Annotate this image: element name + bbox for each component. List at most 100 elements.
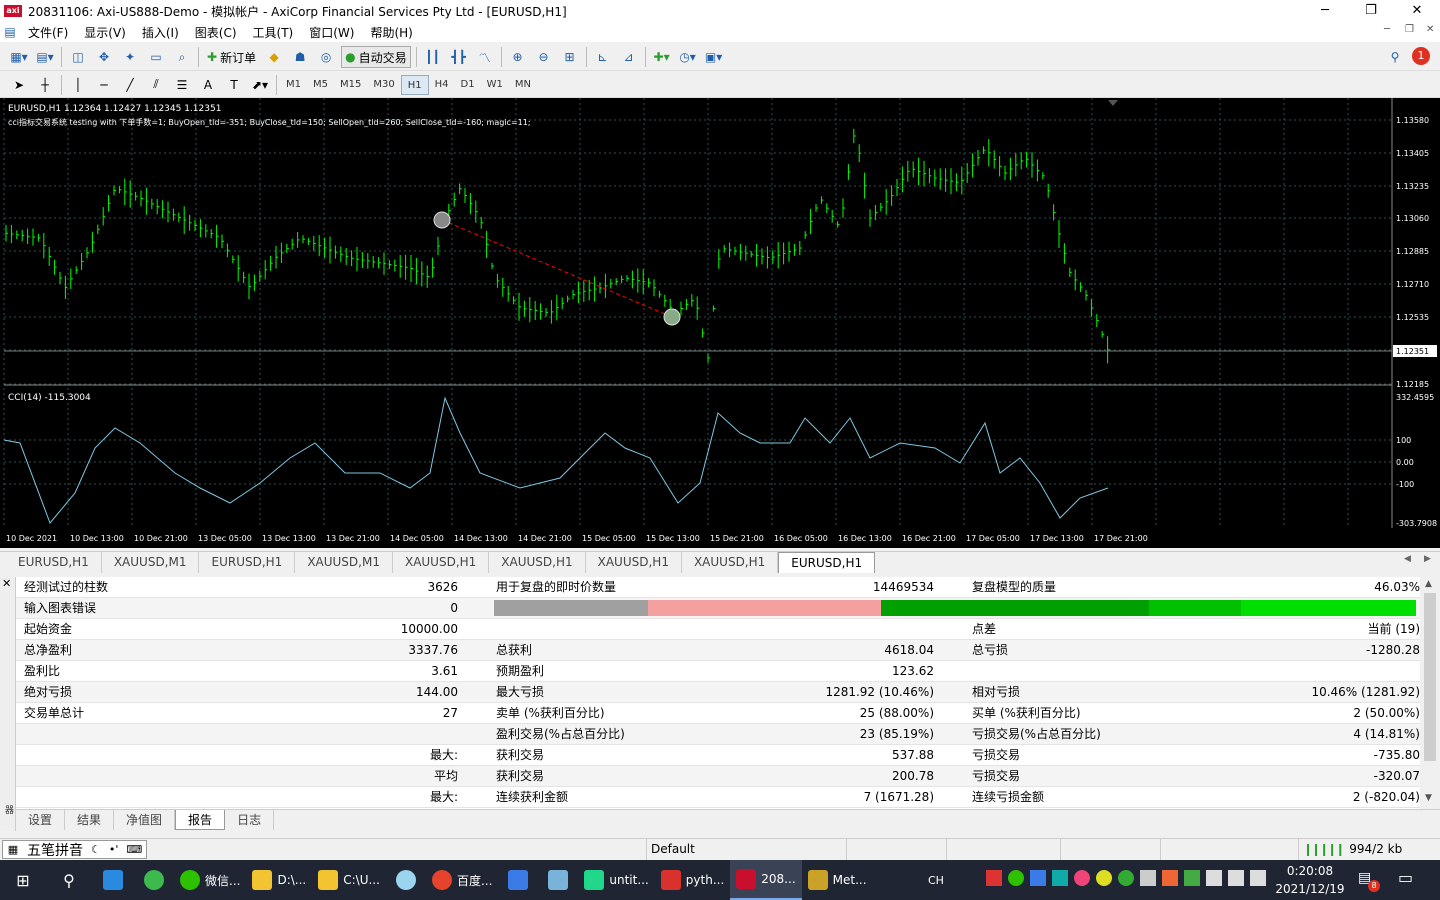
- fibonacci-icon[interactable]: ☰: [171, 74, 193, 96]
- taskbar-metaeditor[interactable]: Met...: [802, 860, 873, 900]
- maximize-button[interactable]: ❐: [1348, 0, 1394, 22]
- chart-tab-7[interactable]: XAUUSD,H1: [586, 552, 682, 573]
- speaker-tray-icon[interactable]: [1162, 870, 1178, 886]
- price-chart[interactable]: EURUSD,H1 1.12364 1.12427 1.12345 1.1235…: [0, 98, 1440, 548]
- input-lang[interactable]: CH: [922, 860, 950, 900]
- tf-h4[interactable]: H4: [429, 75, 455, 95]
- tf-d1[interactable]: D1: [455, 75, 481, 95]
- vertical-line-icon[interactable]: │: [67, 74, 89, 96]
- tab-journal[interactable]: 日志: [225, 810, 275, 830]
- menu-help[interactable]: 帮助(H): [362, 24, 420, 41]
- keyboard-icon[interactable]: ⌨: [122, 843, 146, 856]
- chart-tab-1[interactable]: EURUSD,H1: [6, 552, 102, 573]
- terminal-icon[interactable]: ▭: [145, 46, 167, 68]
- child-close-icon[interactable]: ✕: [1426, 24, 1434, 35]
- battery-tray-icon[interactable]: [1140, 870, 1156, 886]
- shapes-icon[interactable]: ⬈▾: [249, 74, 271, 96]
- zoom-out-icon[interactable]: ⊖: [533, 46, 555, 68]
- notes-app-icon[interactable]: [538, 860, 578, 900]
- notes-tray-icon[interactable]: ▤ 8: [1358, 870, 1380, 892]
- chart-tab-3[interactable]: EURUSD,H1: [199, 552, 296, 573]
- tf-m1[interactable]: M1: [280, 75, 307, 95]
- chart-tab-9[interactable]: EURUSD,H1: [778, 552, 876, 573]
- menu-insert[interactable]: 插入(I): [134, 24, 187, 41]
- nvidia-tray-icon[interactable]: [1184, 870, 1200, 886]
- chart-tab-6[interactable]: XAUUSD,H1: [489, 552, 586, 573]
- new-chart-icon[interactable]: ▦▾: [8, 46, 30, 68]
- minimize-button[interactable]: ─: [1302, 0, 1348, 22]
- new-order-button[interactable]: ✚ 新订单: [204, 46, 259, 68]
- taskbar-axi[interactable]: 208...: [730, 860, 802, 900]
- tf-m30[interactable]: M30: [367, 75, 400, 95]
- child-restore-icon[interactable]: ❐: [1405, 24, 1414, 35]
- zoom-in-icon[interactable]: ⊕: [507, 46, 529, 68]
- metaeditor-icon[interactable]: ◆: [263, 46, 285, 68]
- horizontal-line-icon[interactable]: ─: [93, 74, 115, 96]
- templates-icon[interactable]: ▣▾: [703, 46, 725, 68]
- windows-start-icon[interactable]: ⊞: [0, 860, 46, 900]
- flower-app-icon[interactable]: [386, 860, 426, 900]
- feishu-tray-icon[interactable]: [1030, 870, 1046, 886]
- menu-chart[interactable]: 图表(C): [187, 24, 245, 41]
- channel-icon[interactable]: ⫽: [145, 74, 167, 96]
- chart-tab-5[interactable]: XAUUSD,H1: [393, 552, 490, 573]
- tf-m5[interactable]: M5: [307, 75, 334, 95]
- menu-file[interactable]: 文件(F): [20, 24, 76, 41]
- tab-equity[interactable]: 净值图: [114, 810, 176, 830]
- auto-trade-button[interactable]: ● 自动交易: [341, 46, 411, 68]
- mic-tray-icon[interactable]: [1206, 870, 1222, 886]
- taskbar-wps[interactable]: pyth...: [655, 860, 730, 900]
- chart-tab-4[interactable]: XAUUSD,M1: [295, 552, 393, 573]
- close-button[interactable]: ✕: [1394, 0, 1440, 22]
- child-minimize-icon[interactable]: ─: [1384, 24, 1390, 35]
- autoscroll-icon[interactable]: ⊾: [592, 46, 614, 68]
- moon-icon[interactable]: ☾: [87, 843, 105, 856]
- tab-results[interactable]: 结果: [65, 810, 115, 830]
- profiles-icon[interactable]: ▤▾: [34, 46, 56, 68]
- bar-chart-icon[interactable]: ┃┃: [422, 46, 444, 68]
- tester-icon[interactable]: ⌕: [171, 46, 193, 68]
- taskbar-wechat[interactable]: 微信...: [174, 860, 246, 900]
- plus-tray-icon[interactable]: [1096, 870, 1112, 886]
- trendline-icon[interactable]: ╱: [119, 74, 141, 96]
- taskbar-pycharm[interactable]: untit...: [578, 860, 654, 900]
- search-taskbar-icon[interactable]: ⚲: [46, 860, 92, 900]
- taskbar-baidu[interactable]: 百度...: [426, 860, 498, 900]
- market-watch-icon[interactable]: ◫: [67, 46, 89, 68]
- network-tray-icon[interactable]: [1228, 870, 1244, 886]
- tester-close-icon[interactable]: ✕: [2, 577, 11, 590]
- tab-scroll-right-icon[interactable]: ▶: [1424, 554, 1431, 564]
- chart-shift-icon[interactable]: ⊿: [618, 46, 640, 68]
- tf-m15[interactable]: M15: [334, 75, 367, 95]
- crosshair-icon[interactable]: ┼: [34, 74, 56, 96]
- tab-scroll-left-icon[interactable]: ◀: [1404, 554, 1411, 564]
- menu-view[interactable]: 显示(V): [76, 24, 134, 41]
- clock[interactable]: 0:20:08 2021/12/19: [1270, 862, 1350, 898]
- tf-w1[interactable]: W1: [481, 75, 509, 95]
- flower-tray-icon[interactable]: [1074, 870, 1090, 886]
- periods-icon[interactable]: ◷▾: [677, 46, 699, 68]
- scroll-up-icon[interactable]: ▲: [1425, 579, 1432, 589]
- navigator-icon[interactable]: ✦: [119, 46, 141, 68]
- signals-icon[interactable]: ☗: [289, 46, 311, 68]
- tf-h1[interactable]: H1: [400, 74, 429, 95]
- menu-tools[interactable]: 工具(T): [245, 24, 302, 41]
- text-icon[interactable]: A: [197, 74, 219, 96]
- report-scrollbar[interactable]: ▲ ▼: [1420, 577, 1440, 809]
- punctuation-icon[interactable]: •': [105, 843, 123, 856]
- volume-tray-icon[interactable]: [1250, 870, 1266, 886]
- search-icon[interactable]: ⚲: [1384, 46, 1406, 68]
- taskbar-folder-d[interactable]: D:\...: [246, 860, 312, 900]
- market-icon[interactable]: ◎: [315, 46, 337, 68]
- data-window-icon[interactable]: ✥: [93, 46, 115, 68]
- tab-report[interactable]: 报告: [175, 810, 226, 830]
- cursor-icon[interactable]: ➤: [8, 74, 30, 96]
- label-icon[interactable]: T: [223, 74, 245, 96]
- wechat-tray-icon[interactable]: [1008, 870, 1024, 886]
- action-center-icon[interactable]: ▭: [1398, 868, 1413, 887]
- line-chart-icon[interactable]: 〽: [474, 46, 496, 68]
- green-tray-icon[interactable]: [1118, 870, 1134, 886]
- wps-tray-icon[interactable]: [986, 870, 1002, 886]
- indicators-icon[interactable]: ✚▾: [651, 46, 673, 68]
- ime-bar[interactable]: ▦ 五笔拼音 ☾ •' ⌨: [2, 840, 148, 859]
